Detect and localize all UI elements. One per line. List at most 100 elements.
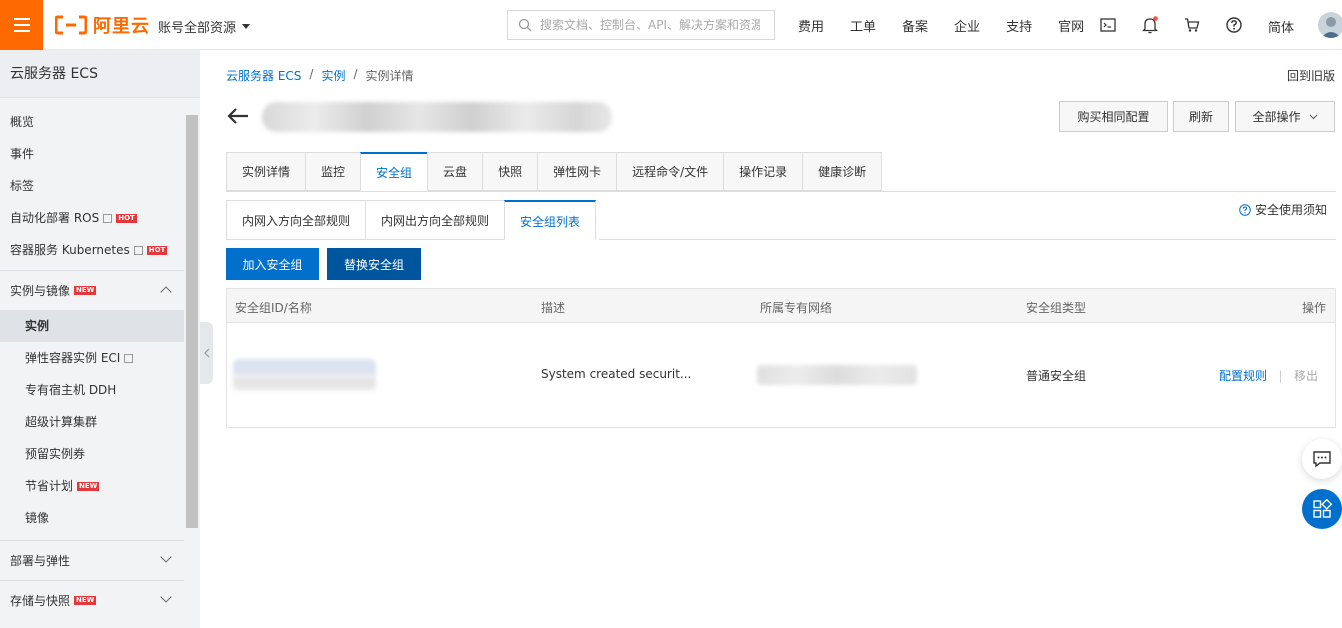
all-operations-dropdown[interactable]: 全部操作 [1235, 101, 1335, 132]
sidebar-item-label: 自动化部署 ROS [10, 211, 100, 225]
user-avatar-icon [1321, 17, 1341, 38]
table-row: System created securit... 普通安全组 配置规则 | 移… [227, 323, 1335, 427]
sidebar-item-events[interactable]: 事件 [0, 138, 184, 170]
buy-same-config-button[interactable]: 购买相同配置 [1059, 101, 1168, 132]
configure-rules-link[interactable]: 配置规则 [1219, 369, 1267, 383]
tab-remote-command[interactable]: 远程命令/文件 [616, 152, 724, 191]
account-switcher[interactable]: 账号全部资源 [158, 17, 251, 36]
column-header: 安全组ID/名称 [235, 301, 312, 315]
column-header: 所属专有网络 [760, 301, 833, 315]
sidebar-group-storage[interactable]: 存储与快照 NEW [0, 580, 184, 620]
sidebar-scrollbar[interactable] [186, 115, 198, 528]
back-to-old-version-link[interactable]: 回到旧版 [1287, 67, 1335, 84]
security-group-id-redacted [233, 359, 376, 391]
bell-icon[interactable] [1140, 15, 1160, 35]
sidebar-item-images[interactable]: 镜像 [0, 502, 184, 534]
actions-cell: 配置规则 | 移出 [1219, 367, 1318, 384]
sidebar-group-label: 实例与镜像 [10, 283, 71, 298]
nav-support[interactable]: 支持 [1006, 16, 1032, 35]
back-arrow-icon[interactable] [226, 106, 250, 126]
sidebar-item-eci[interactable]: 弹性容器实例 ECI [0, 342, 184, 374]
sidebar-group-deploy[interactable]: 部署与弹性 [0, 540, 184, 580]
subtab-outbound-rules[interactable]: 内网出方向全部规则 [365, 200, 505, 240]
search-input[interactable] [540, 18, 760, 32]
sidebar-item-label: 镜像 [25, 511, 50, 525]
sidebar-item-tags[interactable]: 标签 [0, 170, 184, 202]
help-circle-icon [1239, 203, 1251, 216]
breadcrumb-ecs[interactable]: 云服务器 ECS [226, 67, 301, 84]
subtab-inbound-rules[interactable]: 内网入方向全部规则 [226, 200, 366, 240]
sidebar-collapse-handle[interactable] [200, 322, 213, 384]
breadcrumb-current: 实例详情 [365, 69, 414, 83]
sidebar-group-instances[interactable]: 实例与镜像 NEW [0, 270, 184, 310]
brand-name: 阿里云 [93, 16, 150, 37]
sidebar-item-savings-plan[interactable]: 节省计划 NEW [0, 470, 184, 502]
nav-tickets[interactable]: 工单 [850, 16, 876, 35]
button-label: 加入安全组 [242, 257, 303, 272]
language-switch[interactable]: 简体 [1268, 17, 1294, 36]
nav-icp[interactable]: 备案 [902, 16, 928, 35]
replace-security-group-button[interactable]: 替换安全组 [327, 248, 421, 280]
feedback-chat-button[interactable] [1302, 439, 1342, 479]
tab-disks[interactable]: 云盘 [427, 152, 483, 191]
apps-grid-icon [1313, 499, 1332, 518]
avatar[interactable] [1318, 12, 1342, 38]
tab-instance-detail[interactable]: 实例详情 [226, 152, 306, 191]
cart-icon[interactable] [1182, 15, 1202, 35]
sidebar: 云服务器 ECS 概览 事件 标签 自动化部署 ROS HOT 容器服务 Kub… [0, 50, 200, 628]
tab-health-diagnosis[interactable]: 健康诊断 [802, 152, 883, 191]
sidebar-item-label: 容器服务 Kubernetes [10, 243, 130, 257]
sidebar-item-ros[interactable]: 自动化部署 ROS HOT [0, 202, 184, 234]
sidebar-item-label: 超级计算集群 [25, 415, 98, 429]
sidebar-item-label: 事件 [10, 147, 35, 161]
hot-badge: HOT [146, 245, 168, 255]
column-header: 操作 [1302, 301, 1327, 315]
chevron-down-icon [160, 591, 172, 603]
top-nav: 费用 工单 备案 企业 支持 官网 [798, 0, 1110, 50]
tab-monitoring[interactable]: 监控 [305, 152, 361, 191]
tab-snapshots[interactable]: 快照 [482, 152, 538, 191]
menu-icon[interactable] [0, 0, 43, 50]
tab-eni[interactable]: 弹性网卡 [537, 152, 617, 191]
nav-fees[interactable]: 费用 [798, 16, 824, 35]
join-security-group-button[interactable]: 加入安全组 [226, 248, 319, 280]
button-label: 刷新 [1188, 110, 1213, 124]
sidebar-item-kubernetes[interactable]: 容器服务 Kubernetes HOT [0, 234, 184, 266]
sidebar-item-scc[interactable]: 超级计算集群 [0, 406, 184, 438]
sidebar-item-ddh[interactable]: 专有宿主机 DDH [0, 374, 184, 406]
rule-subtabs: 内网入方向全部规则 内网出方向全部规则 安全组列表 [226, 200, 597, 240]
sidebar-item-label: 实例 [25, 319, 50, 333]
breadcrumb-instances[interactable]: 实例 [321, 67, 345, 84]
tab-security-group[interactable]: 安全组 [360, 152, 428, 191]
brand-logo[interactable]: 阿里云 [55, 13, 150, 37]
help-icon[interactable] [1224, 15, 1244, 35]
sidebar-item-label: 标签 [10, 179, 35, 193]
sidebar-item-instances[interactable]: 实例 [0, 310, 184, 342]
nav-enterprise[interactable]: 企业 [954, 16, 980, 35]
external-link-icon [103, 213, 113, 223]
type-cell: 普通安全组 [1026, 369, 1087, 383]
tabs-divider [226, 191, 1336, 192]
external-link-icon [124, 353, 134, 363]
chevron-down-icon [1309, 114, 1317, 119]
sidebar-group-label: 部署与弹性 [10, 553, 71, 568]
security-notice-link[interactable]: 安全使用须知 [1239, 201, 1327, 218]
sidebar-item-reserved[interactable]: 预留实例券 [0, 438, 184, 470]
terminal-icon[interactable] [1098, 15, 1118, 35]
global-search[interactable] [507, 10, 775, 40]
aliyun-logo-icon [55, 15, 87, 35]
nav-official-site[interactable]: 官网 [1058, 16, 1084, 35]
tab-operation-log[interactable]: 操作记录 [723, 152, 803, 191]
sidebar-item-label: 预留实例券 [25, 447, 86, 461]
subtab-security-group-list[interactable]: 安全组列表 [504, 200, 597, 240]
breadcrumb: 云服务器 ECS / 实例 / 实例详情 [226, 67, 414, 84]
chevron-down-icon [160, 551, 172, 563]
instance-name-redacted [262, 102, 612, 132]
apps-launcher-button[interactable] [1302, 489, 1342, 529]
sidebar-item-label: 节省计划 [25, 479, 74, 493]
refresh-button[interactable]: 刷新 [1173, 101, 1229, 132]
sidebar-item-overview[interactable]: 概览 [0, 106, 184, 138]
caret-down-icon [242, 24, 251, 29]
sidebar-title: 云服务器 ECS [0, 50, 200, 98]
sidebar-item-label: 弹性容器实例 ECI [25, 351, 121, 365]
